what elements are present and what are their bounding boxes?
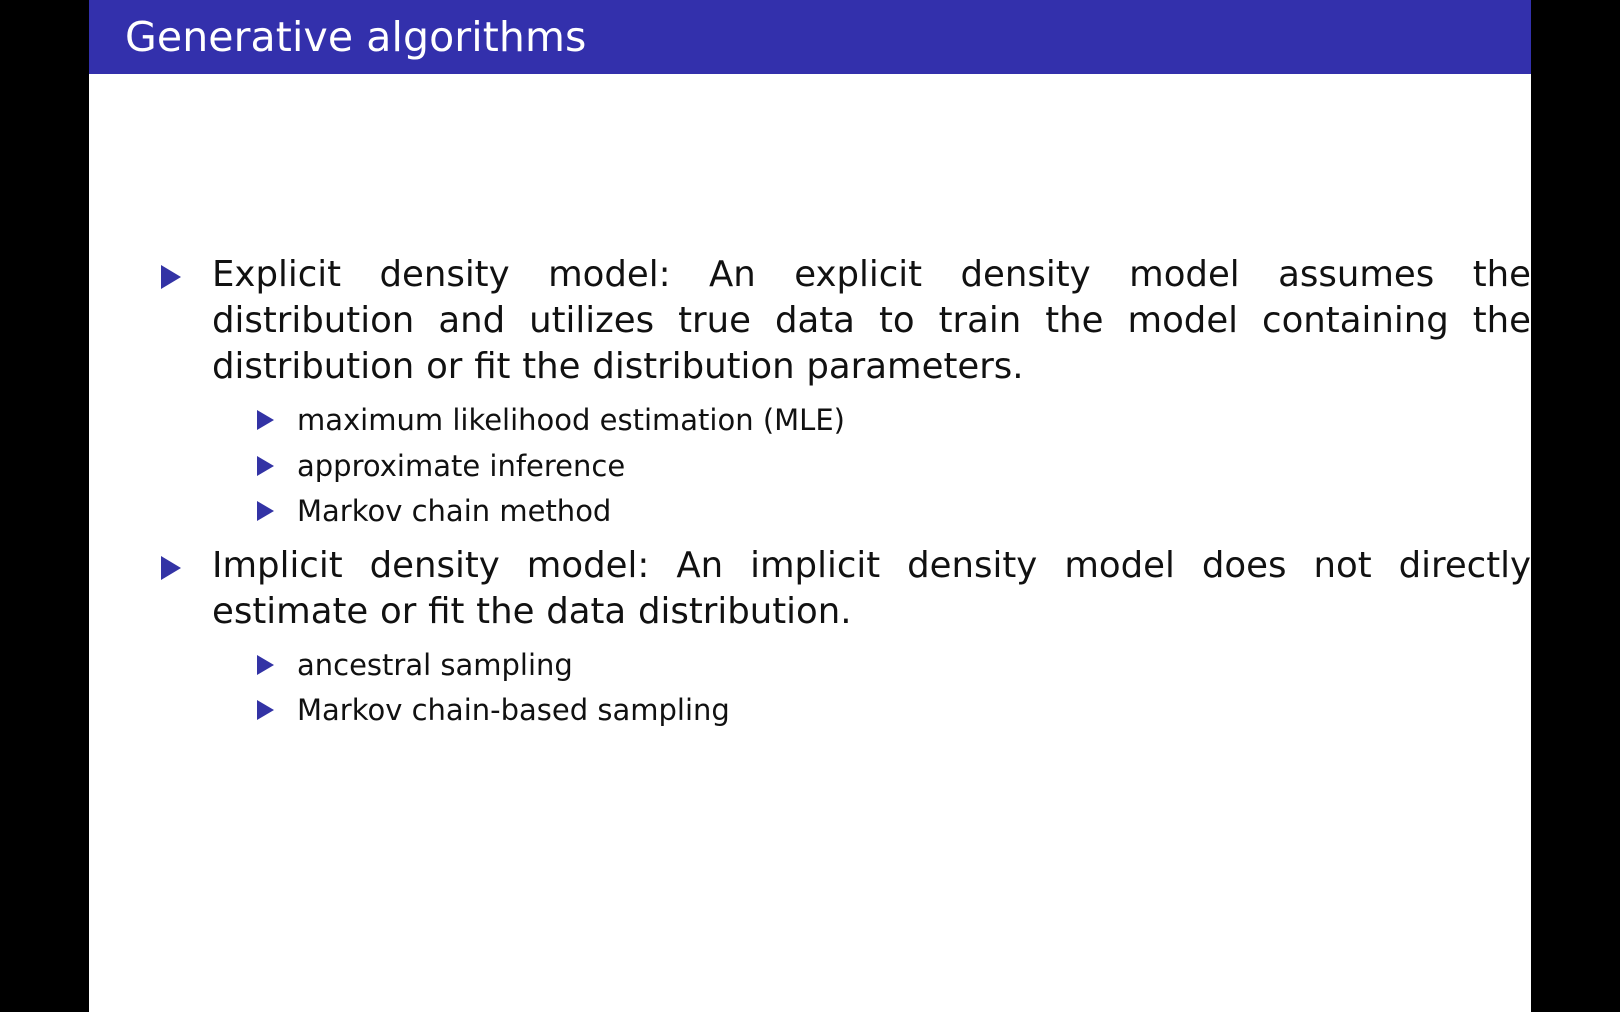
triangle-right-icon — [257, 501, 274, 521]
sub-bullet-list: ancestral sampling Markov chain-based sa… — [212, 643, 1531, 734]
list-item: maximum likelihood estimation (MLE) — [212, 398, 1531, 444]
letterbox-left — [0, 0, 89, 1012]
sub-bullet-text: approximate inference — [297, 448, 626, 483]
slide-title-bar: Generative algorithms — [89, 0, 1531, 74]
list-item: Markov chain method — [212, 489, 1531, 535]
slide-canvas: Generative algorithms Explicit density m… — [89, 0, 1531, 1012]
triangle-right-icon — [161, 555, 181, 580]
slide-root: Generative algorithms Explicit density m… — [0, 0, 1620, 1012]
list-item: ancestral sampling — [212, 643, 1531, 689]
bullet-text: Explicit density model: An explicit dens… — [212, 254, 1531, 387]
triangle-right-icon — [257, 654, 274, 675]
sub-bullet-text: Markov chain-based sampling — [297, 693, 730, 727]
page-title: Generative algorithms — [125, 13, 587, 61]
triangle-right-icon — [257, 700, 274, 720]
sub-bullet-text: Markov chain method — [297, 494, 612, 528]
triangle-right-icon — [257, 410, 274, 430]
triangle-right-icon — [161, 265, 181, 289]
slide-body: Explicit density model: An explicit dens… — [89, 74, 1531, 1012]
bullet-list: Explicit density model: An explicit dens… — [89, 74, 1531, 734]
list-item: Markov chain-based sampling — [212, 688, 1531, 734]
list-item: Implicit density model: An implicit dens… — [89, 543, 1531, 734]
list-item: approximate inference — [212, 444, 1531, 490]
triangle-right-icon — [257, 455, 274, 476]
sub-bullet-text: maximum likelihood estimation (MLE) — [297, 403, 845, 437]
sub-bullet-text: ancestral sampling — [297, 647, 573, 682]
bullet-text: Implicit density model: An implicit dens… — [212, 544, 1531, 632]
sub-bullet-list: maximum likelihood estimation (MLE) appr… — [212, 398, 1531, 535]
list-item: Explicit density model: An explicit dens… — [89, 252, 1531, 535]
letterbox-right — [1531, 0, 1620, 1012]
